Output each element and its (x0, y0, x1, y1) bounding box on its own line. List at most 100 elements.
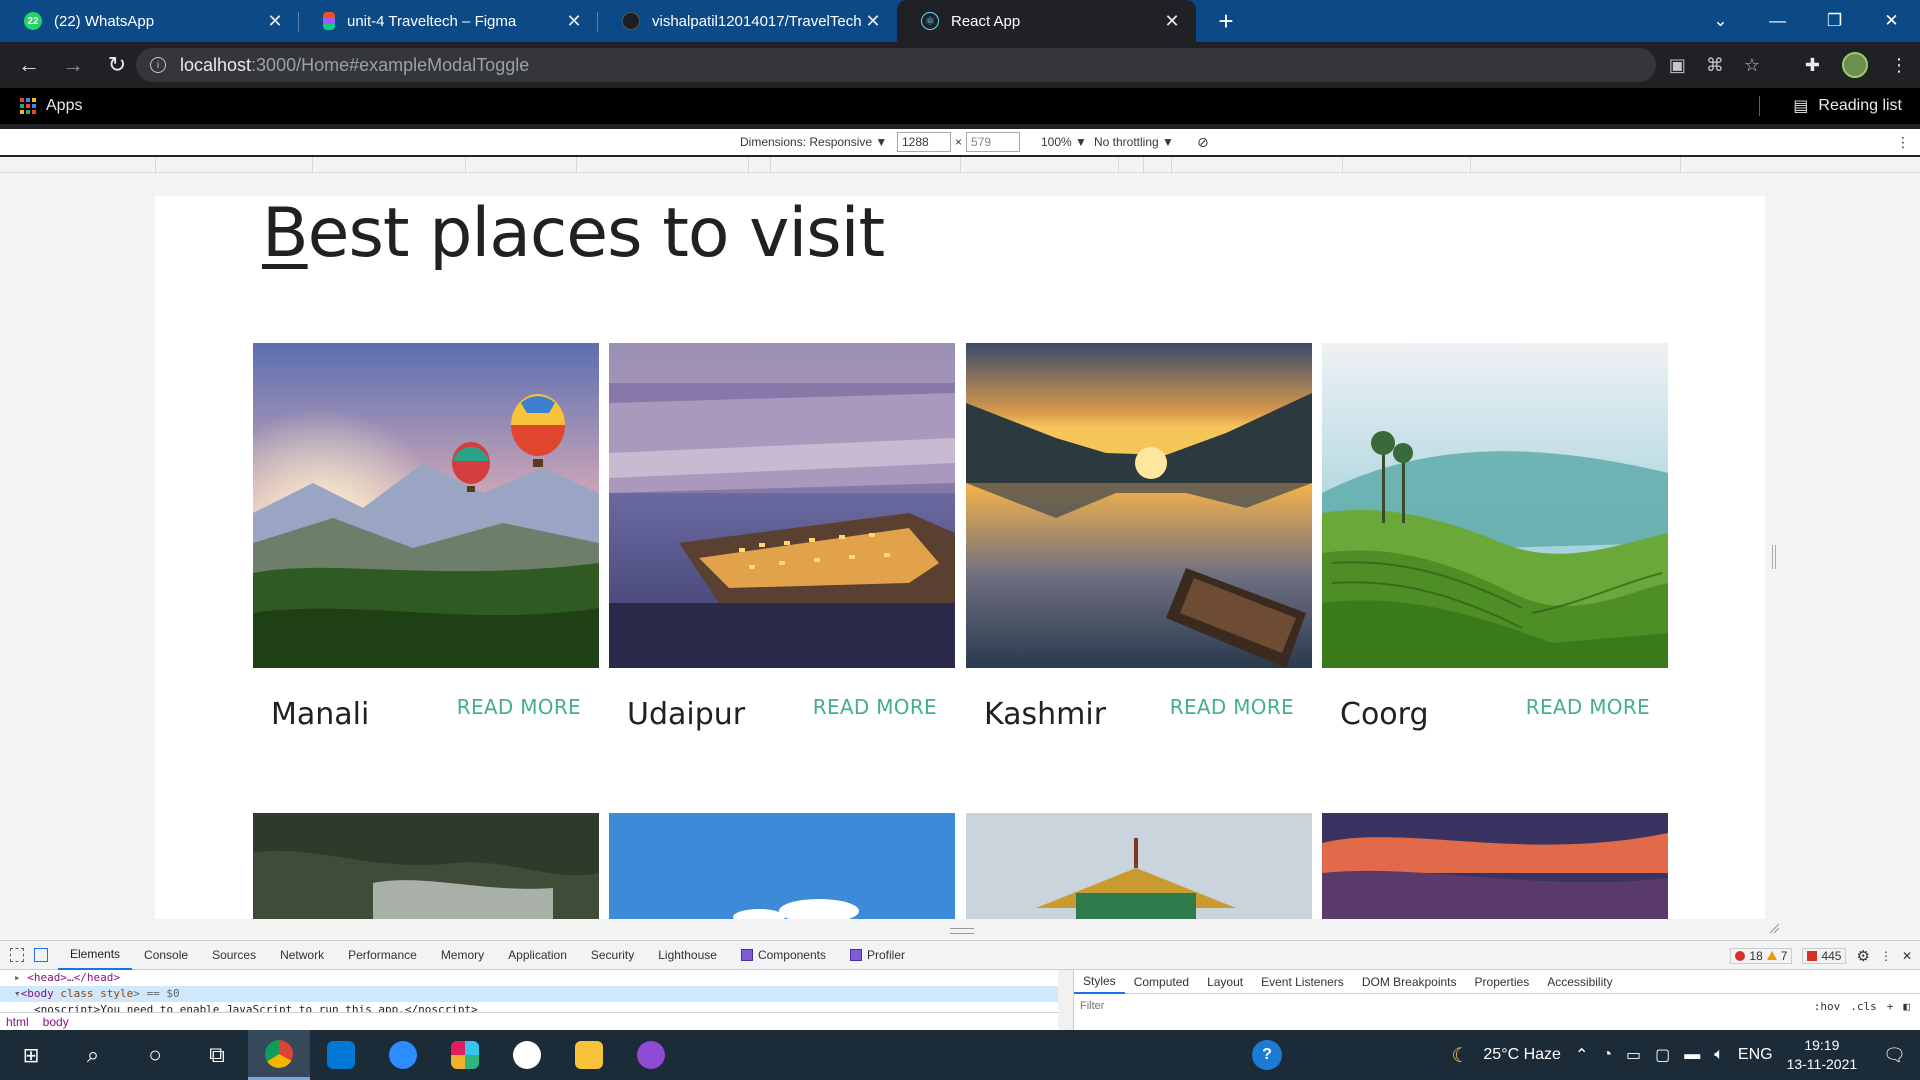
tab-components[interactable]: Components (729, 941, 838, 970)
tab-profiler[interactable]: Profiler (838, 941, 917, 970)
github-desktop-taskbar-icon[interactable] (620, 1030, 682, 1080)
profile-avatar[interactable] (1842, 52, 1868, 78)
clock[interactable]: 19:19 13-11-2021 (1787, 1036, 1858, 1074)
tab-accessibility[interactable]: Accessibility (1538, 970, 1621, 994)
tab-application[interactable]: Application (496, 941, 579, 970)
tab-computed[interactable]: Computed (1125, 970, 1198, 994)
devtools-menu-icon[interactable]: ⋮ (1880, 949, 1892, 963)
address-bar[interactable]: i localhost:3000/Home#exampleModalToggle (136, 48, 1656, 82)
tab-figma[interactable]: unit-4 Traveltech – Figma ✕ (299, 0, 598, 42)
corner-resize-handle[interactable] (1768, 922, 1780, 934)
height-input[interactable] (966, 132, 1021, 152)
filter-input[interactable] (1080, 1000, 1480, 1012)
close-icon[interactable]: ✕ (265, 11, 285, 32)
close-devtools-icon[interactable]: ✕ (1902, 949, 1912, 963)
display-icon[interactable]: ▢ (1655, 1045, 1670, 1065)
close-icon[interactable]: ✕ (863, 11, 883, 32)
dom-scrollbar[interactable] (1058, 970, 1073, 1031)
read-more-link[interactable]: READ MORE (1526, 695, 1650, 719)
reading-list-button[interactable]: ▤ Reading list (1793, 88, 1902, 124)
tab-performance[interactable]: Performance (336, 941, 429, 970)
tab-whatsapp[interactable]: 22 (22) WhatsApp ✕ (0, 0, 299, 42)
viewport-resize-handle[interactable] (1772, 545, 1776, 569)
cortana-icon[interactable]: ○ (124, 1030, 186, 1080)
translate-icon[interactable]: ⌘ (1706, 55, 1724, 76)
chevron-up-icon[interactable]: ⌃ (1575, 1045, 1588, 1065)
read-more-link[interactable]: READ MORE (1170, 695, 1294, 719)
minimize-icon[interactable]: — (1749, 0, 1806, 42)
battery-icon[interactable]: ▬ (1684, 1046, 1700, 1064)
more-options-icon[interactable]: ⋮ (1896, 129, 1910, 155)
tab-network[interactable]: Network (268, 941, 336, 970)
computed-sidebar-icon[interactable]: ◧ (1903, 1000, 1910, 1013)
chrome-taskbar-icon[interactable] (248, 1030, 310, 1080)
new-tab-button[interactable]: + (1208, 3, 1244, 39)
vscode-taskbar-icon[interactable] (310, 1030, 372, 1080)
zoom-select[interactable]: 100% ▼ (1041, 129, 1087, 155)
help-icon[interactable]: ? (1252, 1040, 1282, 1070)
new-rule-button[interactable]: + (1887, 1000, 1894, 1013)
reload-icon[interactable]: ↻ (100, 48, 134, 82)
notifications-icon[interactable]: 🗨︎ (1883, 1045, 1906, 1066)
crumb-html[interactable]: html (6, 1015, 29, 1029)
inspect-element-icon[interactable] (10, 948, 24, 962)
bookmark-star-icon[interactable]: ☆ (1744, 55, 1760, 76)
windows-start-icon[interactable]: ⊞ (0, 1030, 62, 1080)
apps-bookmark[interactable]: Apps (46, 97, 82, 115)
tab-security[interactable]: Security (579, 941, 646, 970)
hover-state-toggle[interactable]: :hov (1814, 1000, 1841, 1013)
extensions-icon[interactable]: ✚ (1805, 55, 1820, 76)
tab-search-icon[interactable]: ⌄ (1692, 0, 1749, 42)
dom-node-body[interactable]: ▾<body class style> == $0 (0, 986, 1058, 1002)
tab-properties[interactable]: Properties (1466, 970, 1539, 994)
mongodb-taskbar-icon[interactable] (496, 1030, 558, 1080)
read-more-link[interactable]: READ MORE (813, 695, 937, 719)
tab-elements[interactable]: Elements (58, 941, 133, 970)
menu-kebab-icon[interactable]: ⋮ (1890, 55, 1908, 76)
tab-layout[interactable]: Layout (1198, 970, 1252, 994)
back-icon[interactable]: ← (12, 48, 46, 82)
width-input[interactable] (897, 132, 951, 152)
close-window-icon[interactable]: ✕ (1863, 0, 1920, 42)
tab-github[interactable]: vishalpatil12014017/TravelTech ✕ (598, 0, 897, 42)
weather-moon-icon[interactable]: ☾ (1451, 1043, 1469, 1068)
settings-gear-icon[interactable]: ⚙ (1856, 947, 1869, 965)
restore-icon[interactable]: ❐ (1806, 0, 1863, 42)
tab-lighthouse[interactable]: Lighthouse (646, 941, 729, 970)
close-icon[interactable]: ✕ (1162, 11, 1182, 32)
tab-sources[interactable]: Sources (200, 941, 268, 970)
language-indicator[interactable]: ENG (1738, 1046, 1773, 1064)
dimensions-select[interactable]: Dimensions: Responsive ▼ (740, 129, 887, 155)
cast-blocked-icon[interactable]: ▣ (1669, 55, 1686, 76)
tab-console[interactable]: Console (132, 941, 200, 970)
volume-icon[interactable]: 🔈︎ (1714, 1046, 1724, 1064)
weather-text[interactable]: 25°C Haze (1483, 1046, 1561, 1064)
search-icon[interactable]: ⌕ (62, 1030, 124, 1080)
tab-dom-breakpoints[interactable]: DOM Breakpoints (1353, 970, 1466, 994)
dom-node-noscript[interactable]: <noscript>You need to enable JavaScript … (0, 1002, 1058, 1012)
close-icon[interactable]: ✕ (564, 11, 584, 32)
crumb-body[interactable]: body (43, 1015, 69, 1029)
slack-taskbar-icon[interactable] (434, 1030, 496, 1080)
read-more-link[interactable]: READ MORE (457, 695, 581, 719)
tab-styles[interactable]: Styles (1074, 970, 1125, 994)
site-info-icon[interactable]: i (150, 57, 166, 73)
class-toggle[interactable]: .cls (1850, 1000, 1877, 1013)
tab-event-listeners[interactable]: Event Listeners (1252, 970, 1353, 994)
forward-icon[interactable]: → (56, 48, 90, 82)
dom-node-head[interactable]: ▸ <head>…</head> (0, 970, 1058, 986)
tab-memory[interactable]: Memory (429, 941, 496, 970)
network-icon[interactable]: ◔ (1602, 1046, 1612, 1064)
issues-count[interactable]: 445 (1802, 947, 1847, 964)
rotate-icon[interactable]: ⊘ (1197, 129, 1209, 155)
bottom-resize-handle[interactable] (950, 928, 974, 934)
throttling-select[interactable]: No throttling ▼ (1094, 129, 1174, 155)
zoom-taskbar-icon[interactable] (372, 1030, 434, 1080)
tab-react-app[interactable]: ⚛ React App ✕ (897, 0, 1196, 42)
meet-now-icon[interactable]: ▭ (1626, 1045, 1641, 1065)
device-toggle-icon[interactable] (34, 948, 48, 962)
tab-title: (22) WhatsApp (54, 12, 155, 30)
task-view-icon[interactable]: ⧉ (186, 1030, 248, 1080)
error-warning-counts[interactable]: 18 7 (1730, 947, 1793, 964)
file-explorer-taskbar-icon[interactable] (558, 1030, 620, 1080)
